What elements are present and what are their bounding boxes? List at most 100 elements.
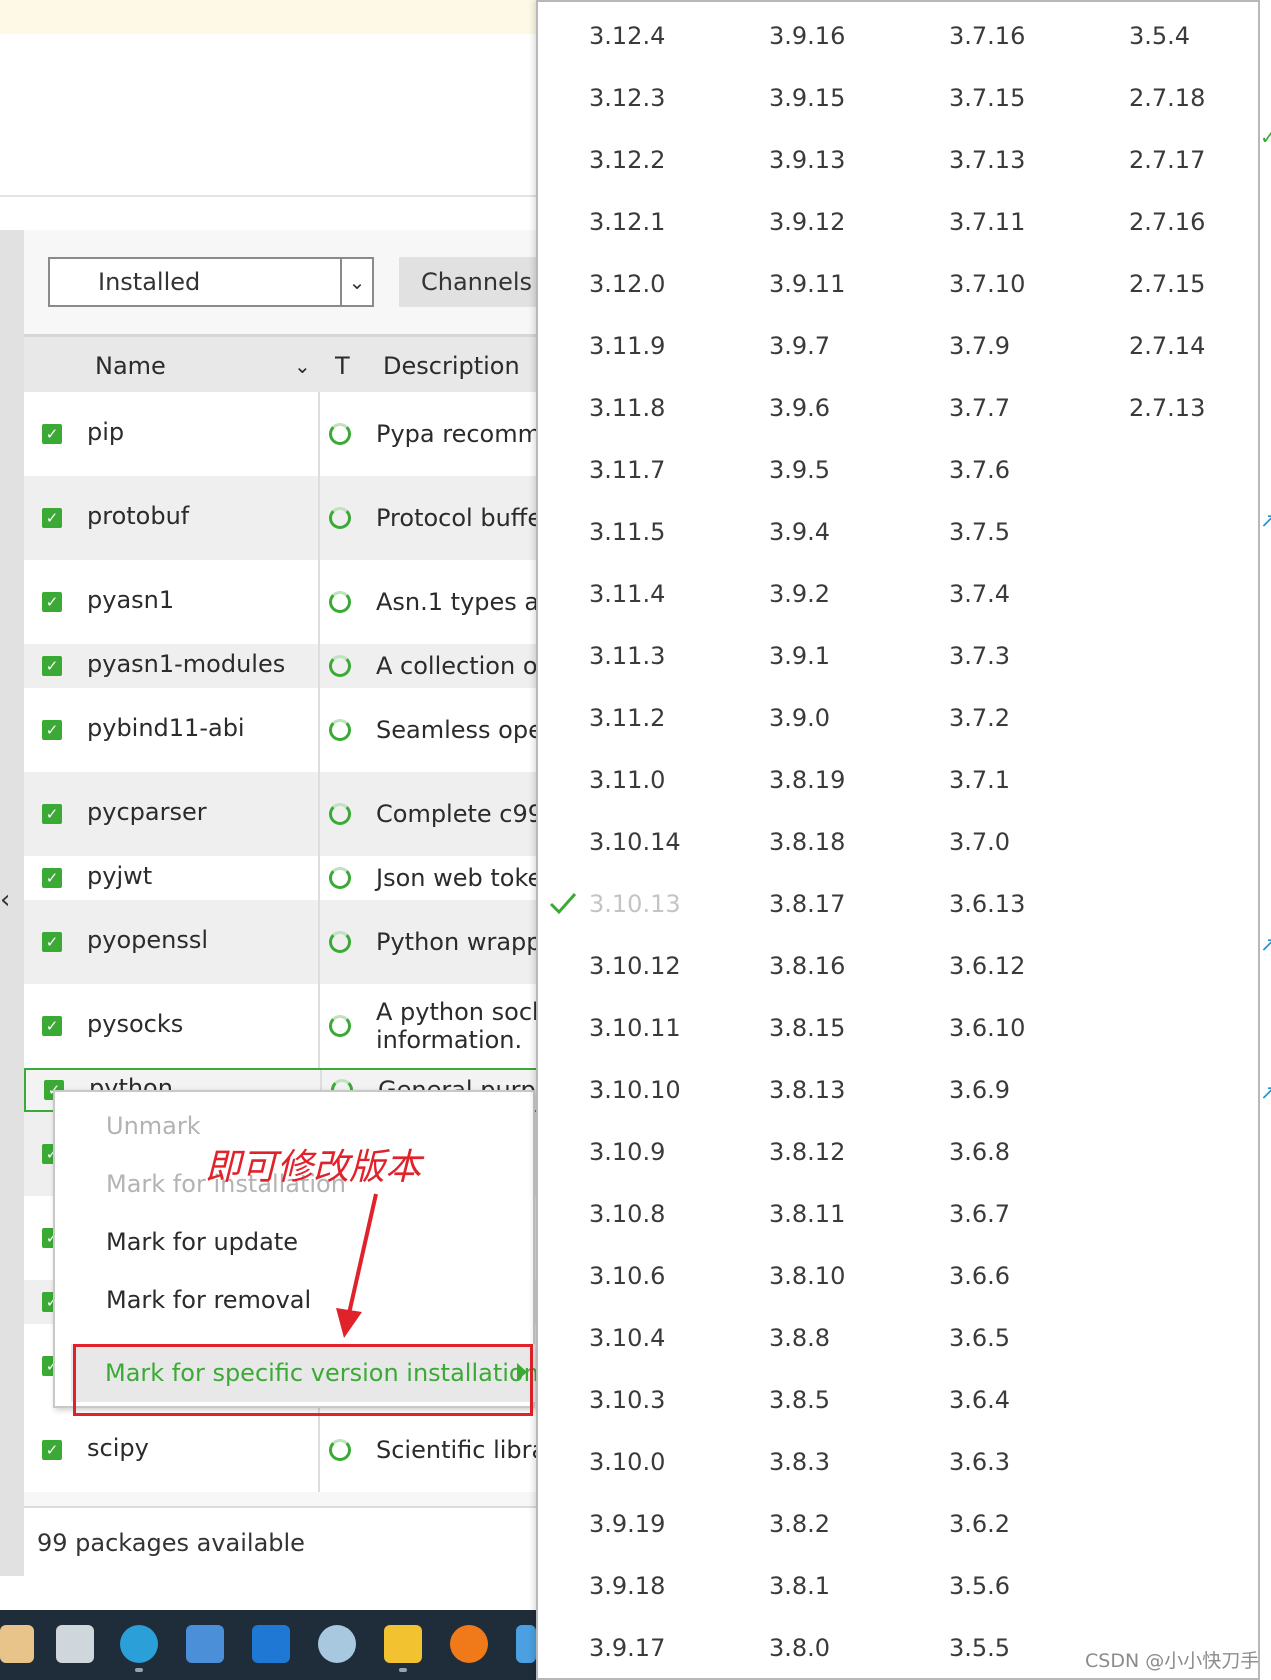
version-option[interactable]: 3.11.2 bbox=[589, 704, 665, 732]
version-option[interactable]: 3.6.3 bbox=[949, 1448, 1010, 1476]
checkbox-checked-icon[interactable]: ✓ bbox=[42, 1016, 62, 1036]
version-option[interactable]: 3.8.12 bbox=[769, 1138, 845, 1166]
version-option[interactable]: 3.11.4 bbox=[589, 580, 665, 608]
version-option[interactable]: 3.8.11 bbox=[769, 1200, 845, 1228]
version-option[interactable]: 3.7.10 bbox=[949, 270, 1025, 298]
version-option[interactable]: 3.10.6 bbox=[589, 1262, 665, 1290]
version-option[interactable]: 3.8.17 bbox=[769, 890, 845, 918]
version-option[interactable]: 3.11.3 bbox=[589, 642, 665, 670]
version-option[interactable]: 2.7.18 bbox=[1129, 84, 1205, 112]
version-option[interactable]: 3.11.9 bbox=[589, 332, 665, 360]
version-option[interactable]: 3.5.6 bbox=[949, 1572, 1010, 1600]
checkbox-checked-icon[interactable]: ✓ bbox=[42, 656, 62, 676]
version-option[interactable]: 3.12.4 bbox=[589, 22, 665, 50]
edge-browser-icon[interactable] bbox=[120, 1625, 158, 1663]
version-option[interactable]: 3.8.19 bbox=[769, 766, 845, 794]
column-header-type[interactable]: T bbox=[335, 337, 350, 395]
column-header-name[interactable]: Name bbox=[95, 337, 166, 395]
version-option[interactable]: 3.7.7 bbox=[949, 394, 1010, 422]
column-header-description[interactable]: Description bbox=[383, 337, 520, 395]
version-option[interactable]: 3.6.8 bbox=[949, 1138, 1010, 1166]
version-option[interactable]: 3.8.3 bbox=[769, 1448, 830, 1476]
version-option[interactable]: 3.10.10 bbox=[589, 1076, 681, 1104]
version-option[interactable]: 3.7.0 bbox=[949, 828, 1010, 856]
version-option[interactable]: 3.11.5 bbox=[589, 518, 665, 546]
update-link-icon[interactable]: ↗ bbox=[1260, 508, 1271, 532]
version-option[interactable]: 3.10.3 bbox=[589, 1386, 665, 1414]
version-option[interactable]: 3.9.0 bbox=[769, 704, 830, 732]
menu-item-unmark[interactable]: Unmark bbox=[106, 1112, 201, 1140]
version-option[interactable]: 3.9.4 bbox=[769, 518, 830, 546]
version-option[interactable]: 3.6.9 bbox=[949, 1076, 1010, 1104]
version-option[interactable]: 3.9.2 bbox=[769, 580, 830, 608]
version-option[interactable]: 3.8.13 bbox=[769, 1076, 845, 1104]
version-option[interactable]: 3.7.1 bbox=[949, 766, 1010, 794]
version-option[interactable]: 2.7.17 bbox=[1129, 146, 1205, 174]
sort-chevron-icon[interactable]: ⌄ bbox=[294, 337, 311, 395]
version-option[interactable]: 3.8.15 bbox=[769, 1014, 845, 1042]
version-option[interactable]: 3.9.16 bbox=[769, 22, 845, 50]
version-option[interactable]: 3.8.0 bbox=[769, 1634, 830, 1662]
version-option[interactable]: 3.6.7 bbox=[949, 1200, 1010, 1228]
version-option[interactable]: 3.8.10 bbox=[769, 1262, 845, 1290]
dictionary-app-icon[interactable] bbox=[252, 1625, 290, 1663]
version-option[interactable]: 3.6.4 bbox=[949, 1386, 1010, 1414]
version-option[interactable]: 3.10.12 bbox=[589, 952, 681, 980]
settings-app-icon[interactable] bbox=[186, 1625, 224, 1663]
version-option[interactable]: 3.7.9 bbox=[949, 332, 1010, 360]
notes-app-icon[interactable] bbox=[516, 1625, 536, 1663]
version-option[interactable]: 3.8.1 bbox=[769, 1572, 830, 1600]
checkbox-checked-icon[interactable]: ✓ bbox=[42, 868, 62, 888]
version-option[interactable]: 3.7.4 bbox=[949, 580, 1010, 608]
version-option[interactable]: 3.7.3 bbox=[949, 642, 1010, 670]
version-option[interactable]: 3.6.13 bbox=[949, 890, 1025, 918]
version-option[interactable]: 3.11.8 bbox=[589, 394, 665, 422]
version-option[interactable]: 3.7.2 bbox=[949, 704, 1010, 732]
whale-app-icon[interactable] bbox=[318, 1625, 356, 1663]
version-option[interactable]: 3.7.5 bbox=[949, 518, 1010, 546]
channels-button[interactable]: Channels bbox=[399, 257, 539, 307]
version-option[interactable]: 3.12.2 bbox=[589, 146, 665, 174]
start-icon[interactable] bbox=[0, 1625, 34, 1663]
version-option[interactable]: 3.9.13 bbox=[769, 146, 845, 174]
version-option[interactable]: 3.9.6 bbox=[769, 394, 830, 422]
version-option[interactable]: 3.9.15 bbox=[769, 84, 845, 112]
version-option[interactable]: 2.7.15 bbox=[1129, 270, 1205, 298]
version-option[interactable]: 3.6.6 bbox=[949, 1262, 1010, 1290]
version-option[interactable]: 3.9.17 bbox=[589, 1634, 665, 1662]
version-option[interactable]: 3.10.4 bbox=[589, 1324, 665, 1352]
version-option[interactable]: 3.6.5 bbox=[949, 1324, 1010, 1352]
version-option[interactable]: 3.7.15 bbox=[949, 84, 1025, 112]
version-option[interactable]: 3.5.4 bbox=[1129, 22, 1190, 50]
update-link-icon[interactable]: ↗ bbox=[1260, 932, 1271, 956]
chevron-down-icon[interactable]: ⌄ bbox=[340, 259, 372, 305]
version-option[interactable]: 2.7.16 bbox=[1129, 208, 1205, 236]
version-option[interactable]: 3.7.11 bbox=[949, 208, 1025, 236]
version-option[interactable]: 3.8.16 bbox=[769, 952, 845, 980]
checkbox-checked-icon[interactable]: ✓ bbox=[42, 720, 62, 740]
checkbox-checked-icon[interactable]: ✓ bbox=[42, 804, 62, 824]
menu-item-mark-removal[interactable]: Mark for removal bbox=[106, 1286, 311, 1314]
version-option[interactable]: 3.9.11 bbox=[769, 270, 845, 298]
version-option[interactable]: 3.10.14 bbox=[589, 828, 681, 856]
version-option[interactable]: 3.9.18 bbox=[589, 1572, 665, 1600]
version-option[interactable]: 3.12.1 bbox=[589, 208, 665, 236]
checkbox-checked-icon[interactable]: ✓ bbox=[42, 592, 62, 612]
version-option[interactable]: 3.10.13 bbox=[589, 890, 681, 918]
version-option[interactable]: 3.9.19 bbox=[589, 1510, 665, 1538]
version-option[interactable]: 3.7.16 bbox=[949, 22, 1025, 50]
task-view-icon[interactable] bbox=[56, 1625, 94, 1663]
checkbox-checked-icon[interactable]: ✓ bbox=[42, 508, 62, 528]
search-app-icon[interactable] bbox=[450, 1625, 488, 1663]
version-option[interactable]: 3.12.0 bbox=[589, 270, 665, 298]
package-filter-combo[interactable]: Installed ⌄ bbox=[48, 257, 374, 307]
version-option[interactable]: 3.10.0 bbox=[589, 1448, 665, 1476]
version-option[interactable]: 3.10.8 bbox=[589, 1200, 665, 1228]
version-option[interactable]: 3.7.6 bbox=[949, 456, 1010, 484]
version-option[interactable]: 3.11.0 bbox=[589, 766, 665, 794]
collapse-chevron-icon[interactable]: ‹ bbox=[0, 880, 18, 920]
version-option[interactable]: 3.5.5 bbox=[949, 1634, 1010, 1662]
version-option[interactable]: 3.9.12 bbox=[769, 208, 845, 236]
version-option[interactable]: 3.8.5 bbox=[769, 1386, 830, 1414]
checkbox-checked-icon[interactable]: ✓ bbox=[42, 1440, 62, 1460]
